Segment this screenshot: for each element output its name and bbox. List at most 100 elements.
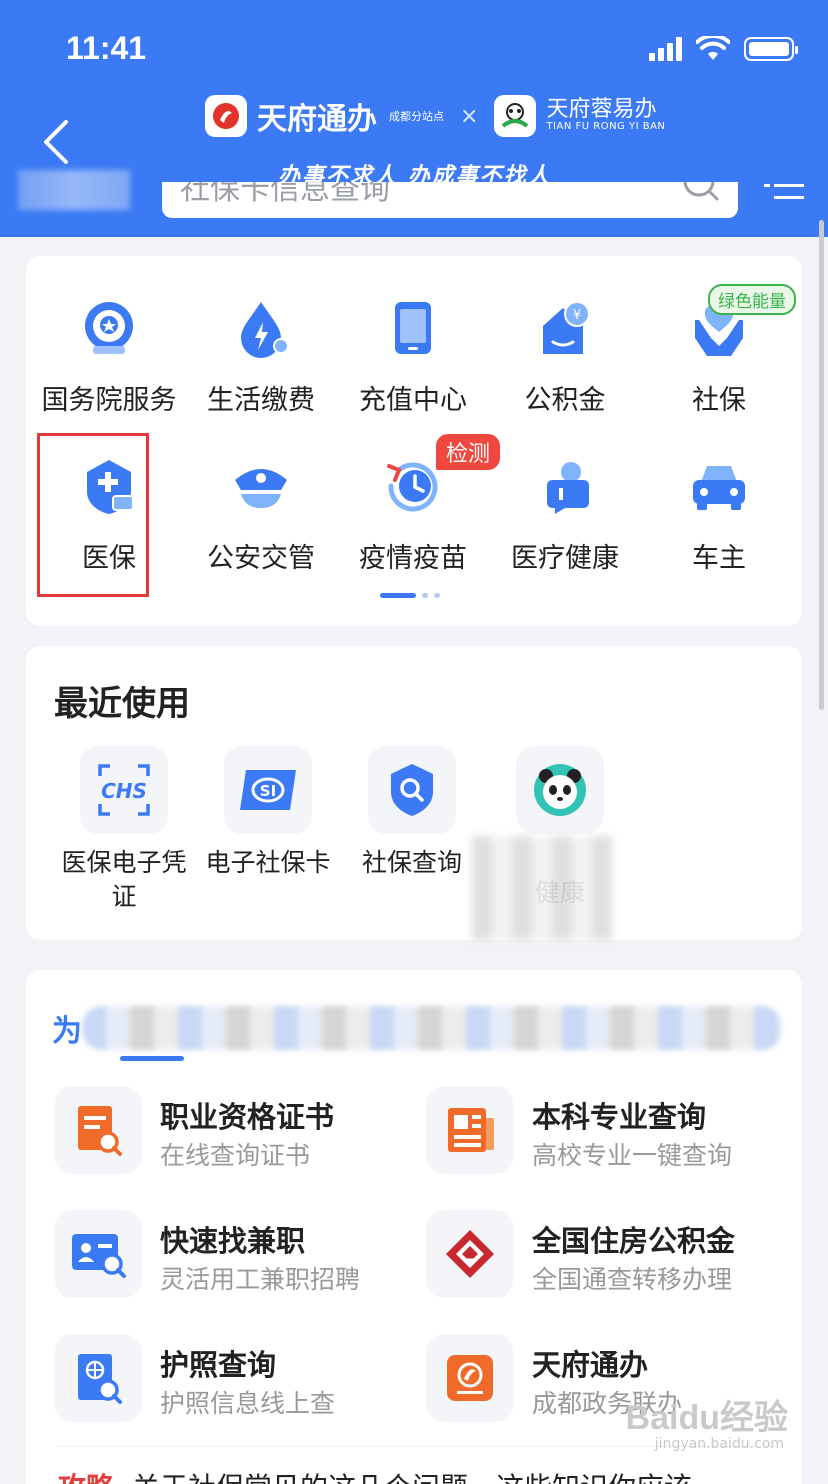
service-label: 公安交管 (207, 543, 315, 574)
chs-icon: CHS (98, 764, 150, 816)
service-label: 充值中心 (359, 385, 467, 416)
recent-label: 电子社保卡 (205, 848, 331, 877)
recent-tile (368, 746, 456, 834)
status-time: 11:41 (66, 30, 147, 66)
brand2-en: TIAN FU RONG YI BAN (546, 121, 666, 132)
svc-title: 天府通办 (532, 1348, 649, 1382)
service-state-council[interactable]: 国务院服务 (34, 298, 184, 438)
brand2-text: 天府蓉易办 TIAN FU RONG YI BAN (546, 99, 665, 133)
medical-health-icon (547, 462, 589, 514)
tab-recommend[interactable]: 为 (52, 1006, 82, 1050)
brand-name: 天府通办 (257, 102, 377, 137)
car-icon (693, 466, 745, 510)
svc-tile (426, 1086, 514, 1174)
svc-title: 护照查询 (160, 1348, 277, 1382)
highlight-box (37, 433, 149, 597)
id-card-search-icon (72, 1234, 126, 1278)
svc-tile (54, 1086, 142, 1174)
brand-bar: 天府通办 成都分站点 × 天府蓉易办 TIAN FU RONG YI BAN (205, 94, 665, 138)
service-label: 国务院服务 (41, 385, 177, 416)
housing-fund-logo-icon (446, 1230, 494, 1278)
svc-item[interactable]: 护照查询 护照信息线上查 (54, 1334, 414, 1430)
svc-subtitle: 灵活用工兼职招聘 (160, 1265, 361, 1294)
svc-tile (54, 1210, 142, 1298)
svc-subtitle: 全国通查转移办理 (532, 1265, 733, 1294)
header: 11:41 天府通办 成都分站点 × 天府蓉易办 TIAN FU RONG YI… (0, 0, 828, 237)
service-label: 社保 (692, 385, 746, 416)
svc-title: 快速找兼职 (160, 1224, 306, 1258)
brand-separator: × (460, 103, 479, 129)
service-label: 车主 (692, 543, 746, 574)
recent-title: 最近使用 (54, 684, 190, 724)
search-placeholder: 社保卡信息查询 (180, 182, 390, 207)
service-label: 生活缴费 (207, 385, 315, 416)
si-card-icon: SI (240, 770, 296, 810)
search-shield-icon (391, 764, 433, 816)
state-council-icon (85, 302, 133, 354)
blurred-area (18, 170, 130, 210)
page-dot-active (380, 593, 416, 598)
rongyiban-logo-icon (494, 95, 537, 137)
battery-icon (744, 37, 798, 61)
recent-item-social-card[interactable]: SI 电子社保卡 (196, 746, 340, 880)
newspaper-icon (448, 1108, 494, 1152)
svc-title: 本科专业查询 (532, 1100, 707, 1134)
svc-tile (426, 1210, 514, 1298)
search-icon[interactable] (682, 182, 720, 202)
svg-text:¥: ¥ (573, 308, 581, 323)
service-label: 医疗健康 (511, 543, 619, 574)
service-public-security[interactable]: 公安交管 (186, 456, 336, 596)
watermark-sub: jingyan.baidu.com (654, 1436, 784, 1452)
menu-icon[interactable] (764, 182, 804, 202)
green-energy-badge: 绿色能量 (708, 284, 796, 315)
recent-item-medical-code[interactable]: CHS 医保电子凭证 (52, 746, 196, 914)
scrollbar[interactable] (819, 220, 824, 710)
service-epidemic-vaccine[interactable]: 疫情疫苗 (338, 456, 488, 596)
brand2-name: 天府蓉易办 (546, 97, 657, 122)
page-dot (422, 593, 428, 598)
svc-item[interactable]: 快速找兼职 灵活用工兼职招聘 (54, 1210, 414, 1306)
wifi-icon (696, 36, 730, 60)
svc-subtitle: 在线查询证书 (160, 1141, 311, 1170)
watermark: Baidu经验 (625, 1399, 788, 1437)
svc-subtitle: 高校专业一键查询 (532, 1141, 733, 1170)
service-housing-fund[interactable]: ¥ 公积金 (490, 298, 640, 438)
service-life-payment[interactable]: 生活缴费 (186, 298, 336, 438)
app-screen: 11:41 天府通办 成都分站点 × 天府蓉易办 TIAN FU RONG YI… (0, 0, 828, 1484)
recent-tile: CHS (80, 746, 168, 834)
brand-sub: 成都分站点 (389, 110, 444, 123)
service-medical-health[interactable]: 医疗健康 (490, 456, 640, 596)
svc-tile (54, 1334, 142, 1422)
recent-tile (516, 746, 604, 834)
search-box[interactable]: 社保卡信息查询 (162, 182, 738, 218)
cellular-signal-icon (649, 37, 682, 61)
svc-title: 职业资格证书 (160, 1100, 335, 1134)
blurred-area (472, 836, 612, 940)
page-indicator (380, 593, 440, 598)
back-arrow-icon[interactable] (38, 118, 78, 166)
svg-text:CHS: CHS (101, 779, 147, 803)
guide-article[interactable]: 攻略 关于社保常见的这几个问题，这些知识你应该 (58, 1466, 692, 1484)
service-recharge[interactable]: 充值中心 (338, 298, 488, 438)
passport-search-icon (78, 1354, 122, 1404)
phone-recharge-icon (395, 302, 431, 354)
service-social-security[interactable]: 社保 (644, 298, 794, 438)
panda-icon (534, 764, 586, 816)
recent-item-social-query[interactable]: 社保查询 (340, 746, 484, 880)
svc-item[interactable]: 全国住房公积金 全国通查转移办理 (426, 1210, 786, 1306)
recent-label: 社保查询 (361, 848, 462, 877)
epidemic-clock-icon (387, 462, 438, 512)
svc-subtitle: 护照信息线上查 (160, 1389, 336, 1418)
svc-item[interactable]: 本科专业查询 高校专业一键查询 (426, 1086, 786, 1182)
certificate-search-icon (78, 1106, 122, 1156)
recent-card: 最近使用 CHS 医保电子凭证 SI 电子社保卡 社保查询 (26, 646, 802, 940)
guide-tag: 攻略 (58, 1471, 114, 1484)
payment-drop-icon (241, 302, 289, 358)
tab-underline (120, 1056, 184, 1061)
service-car-owner[interactable]: 车主 (644, 456, 794, 596)
svc-title: 全国住房公积金 (532, 1224, 736, 1258)
svc-tile (426, 1334, 514, 1422)
svc-item[interactable]: 职业资格证书 在线查询证书 (54, 1086, 414, 1182)
service-label: 公积金 (524, 385, 606, 416)
tianfu-app-icon (447, 1355, 493, 1401)
